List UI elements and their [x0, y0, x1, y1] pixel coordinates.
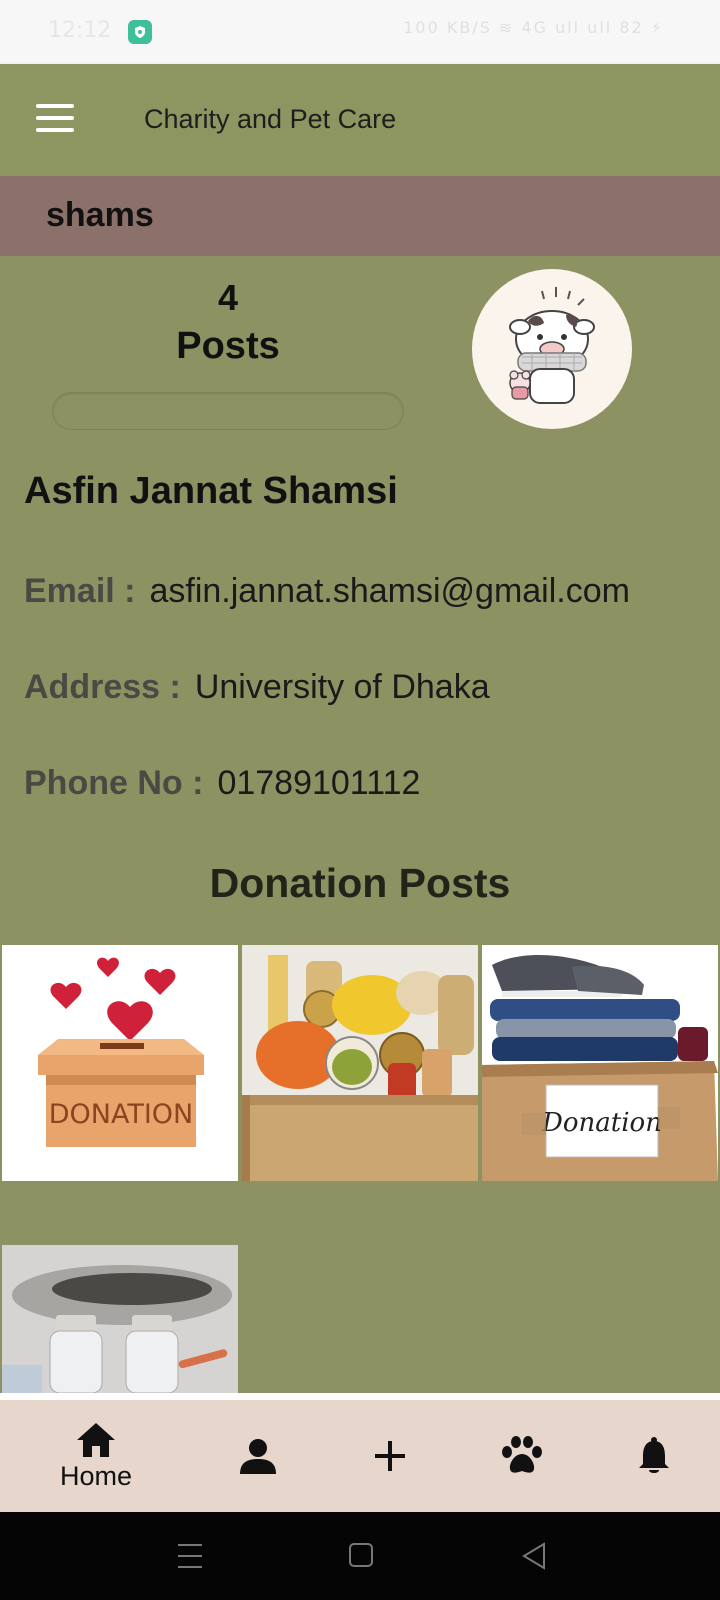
plus-icon — [375, 1441, 405, 1471]
status-time: 12:12 — [48, 18, 112, 43]
phone-label: Phone No : — [24, 764, 204, 802]
person-icon — [240, 1439, 276, 1474]
nav-home[interactable]: Home — [40, 1400, 152, 1512]
post-thumbnail-clothes-box[interactable]: Donation — [482, 945, 718, 1181]
donation-box-text: DONATION — [49, 1099, 194, 1130]
nav-profile[interactable] — [208, 1400, 308, 1512]
phone-row: Phone No : 01789101112 — [24, 764, 420, 803]
system-nav-bar — [0, 1512, 720, 1600]
posts-count: 4 — [217, 277, 239, 318]
shield-icon — [128, 20, 152, 44]
username: shams — [46, 196, 154, 234]
home-system-icon[interactable] — [349, 1543, 373, 1567]
nav-pets[interactable] — [472, 1400, 572, 1512]
app-title: Charity and Pet Care — [144, 104, 397, 134]
hamburger-menu-icon[interactable] — [36, 104, 76, 136]
status-indicators: 100 KB/S ≋ 4G ull ull 82 ⚡ — [403, 18, 664, 37]
address-value: University of Dhaka — [194, 668, 490, 706]
nav-home-label: Home — [59, 1460, 133, 1491]
clothes-box-text: Donation — [541, 1108, 662, 1138]
app-bar: Charity and Pet Care — [0, 64, 720, 176]
post-thumbnail-medicine[interactable] — [2, 1245, 238, 1393]
nav-notifications[interactable] — [604, 1400, 704, 1512]
posts-count-block: 4 Posts — [52, 276, 404, 372]
edit-profile-button[interactable] — [52, 392, 404, 430]
avatar[interactable] — [472, 269, 632, 429]
post-thumbnail-donation-box[interactable]: DONATION — [2, 945, 238, 1181]
bottom-nav: Home — [0, 1400, 720, 1512]
bottom-divider — [0, 1393, 720, 1400]
email-value: asfin.jannat.shamsi@gmail.com — [149, 572, 630, 610]
full-name: Asfin Jannat Shamsi — [24, 470, 398, 512]
nav-add-post[interactable] — [340, 1400, 440, 1512]
address-row: Address : University of Dhaka — [24, 668, 490, 707]
home-icon — [77, 1422, 115, 1457]
donation-posts-title: Donation Posts — [209, 860, 511, 906]
address-label: Address : — [24, 668, 181, 706]
recent-apps-icon[interactable] — [178, 1544, 202, 1568]
post-thumbnail-food-box[interactable] — [242, 945, 478, 1181]
bell-icon — [639, 1437, 669, 1473]
email-label: Email : — [24, 572, 136, 610]
posts-label: Posts — [176, 325, 280, 367]
back-icon[interactable] — [522, 1542, 545, 1570]
username-band: shams — [0, 176, 720, 256]
email-row: Email : asfin.jannat.shamsi@gmail.com — [24, 572, 630, 611]
phone-value: 01789101112 — [217, 764, 421, 802]
paw-icon — [502, 1436, 542, 1473]
status-bar: 12:12 100 KB/S ≋ 4G ull ull 82 ⚡ — [0, 0, 720, 64]
